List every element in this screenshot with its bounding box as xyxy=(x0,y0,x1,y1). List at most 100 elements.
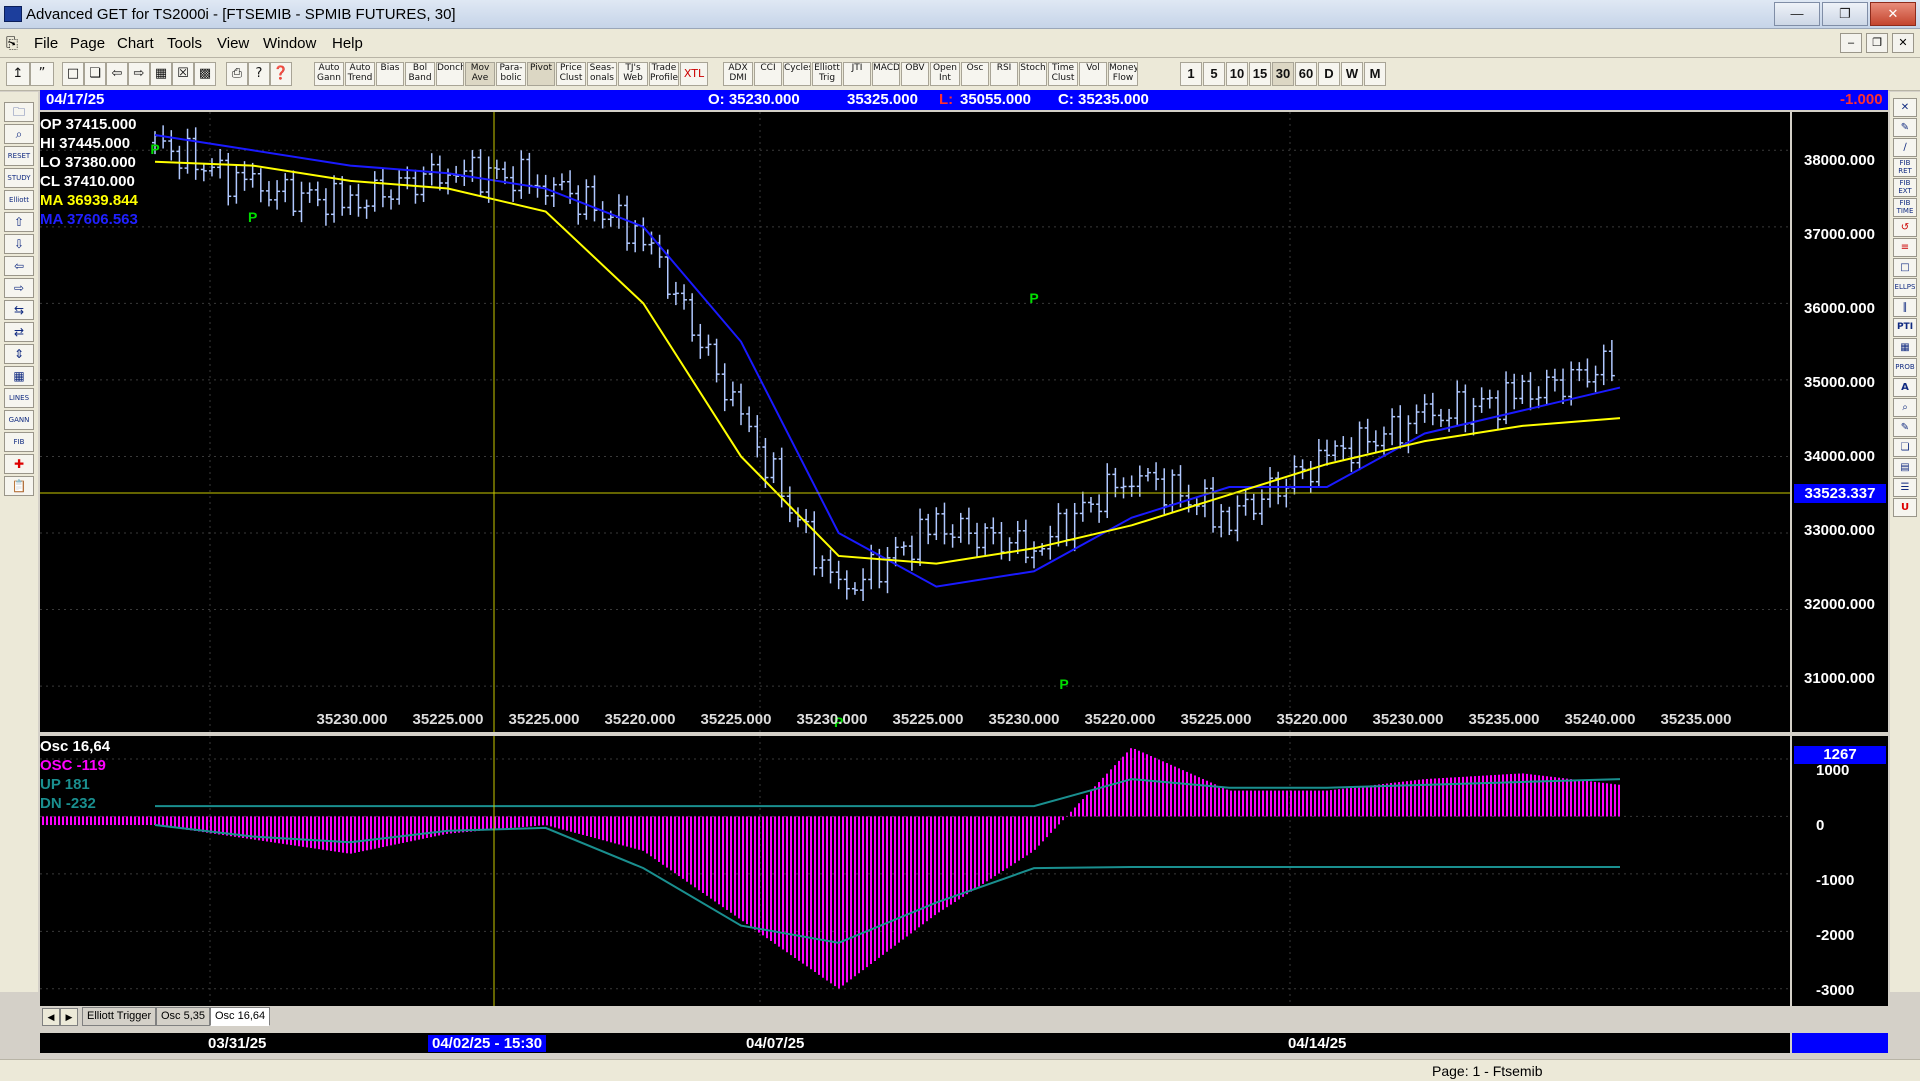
study-button[interactable]: STUDY xyxy=(4,168,34,188)
trendline-icon[interactable]: ∕ xyxy=(1893,138,1917,157)
document-icon[interactable]: ⎘ xyxy=(6,35,18,52)
tab-next-button[interactable]: ▶ xyxy=(60,1008,78,1026)
menu-help[interactable]: Help xyxy=(332,35,363,52)
prob-button[interactable]: PROB xyxy=(1893,358,1917,377)
timeframe-button-w[interactable]: W xyxy=(1341,62,1363,86)
timeframe-button-60[interactable]: 60 xyxy=(1295,62,1317,86)
timeframe-button-30[interactable]: 30 xyxy=(1272,62,1294,86)
forward-icon[interactable]: ⇨ xyxy=(128,62,150,86)
timeframe-button-d[interactable]: D xyxy=(1318,62,1340,86)
oscillator-scale[interactable]: 1267 1000 0 -1000 -2000 -3000 xyxy=(1792,736,1888,1006)
timeframe-button-15[interactable]: 15 xyxy=(1249,62,1271,86)
compress-icon[interactable]: ⇆ xyxy=(4,300,34,320)
zoom-icon[interactable]: ⌕ xyxy=(4,124,34,144)
pti-button[interactable]: PTI xyxy=(1893,318,1917,337)
study-button-cycles[interactable]: Cycles xyxy=(783,62,811,86)
quote-icon[interactable]: ” xyxy=(30,62,54,86)
timeframe-button-m[interactable]: M xyxy=(1364,62,1386,86)
study-button-donch[interactable]: Donch xyxy=(436,62,464,86)
study-button-jti[interactable]: JTI xyxy=(843,62,871,86)
folder-icon[interactable]: 🗀 xyxy=(4,102,34,122)
info-icon[interactable]: ? xyxy=(248,62,270,86)
timeframe-button-5[interactable]: 5 xyxy=(1203,62,1225,86)
cross-tool-icon[interactable]: ✕ xyxy=(1893,98,1917,117)
arrow-right-icon[interactable]: ⇨ xyxy=(4,278,34,298)
menu-file[interactable]: File xyxy=(34,35,58,52)
study-button-auto-gann[interactable]: Auto Gann xyxy=(314,62,344,86)
mdi-restore-button[interactable]: ❐ xyxy=(1866,33,1888,53)
undo-button[interactable]: U xyxy=(1893,498,1917,517)
maximize-button[interactable]: ❐ xyxy=(1822,2,1868,26)
menu-tools[interactable]: Tools xyxy=(167,35,202,52)
minimize-button[interactable]: — xyxy=(1774,2,1820,26)
study-button-elliott-trig[interactable]: Elliott Trig xyxy=(812,62,842,86)
print-icon[interactable]: ⎙ xyxy=(226,62,248,86)
price-chart-panel[interactable]: PPPPP 35230.000 35225.000 35225.000 35220.0… xyxy=(40,112,1790,732)
list-icon[interactable]: ☰ xyxy=(1893,478,1917,497)
grid-icon[interactable]: ▩ xyxy=(194,62,216,86)
pencil-icon[interactable]: ✎ xyxy=(1893,118,1917,137)
arrow-up-icon[interactable]: ⇧ xyxy=(4,212,34,232)
study-button-bias[interactable]: Bias xyxy=(376,62,404,86)
study-button-pivot[interactable]: Pivot xyxy=(527,62,555,86)
study-button-tj-s-web[interactable]: TJ's Web xyxy=(618,62,648,86)
table-icon[interactable]: ▦ xyxy=(4,366,34,386)
close-button[interactable]: ✕ xyxy=(1870,2,1916,26)
text-tool-button[interactable]: A xyxy=(1893,378,1917,397)
study-button-trade-profile[interactable]: Trade Profile xyxy=(649,62,679,86)
window-icon[interactable]: ▦ xyxy=(150,62,172,86)
oscillator-panel[interactable]: Osc 16,64 OSC -119 UP 181 DN -232 xyxy=(40,736,1790,1006)
study-button-stoch[interactable]: Stoch xyxy=(1019,62,1047,86)
scale-icon[interactable]: ⇕ xyxy=(4,344,34,364)
clipboard-icon[interactable]: 📋 xyxy=(4,476,34,496)
study-button-auto-trend[interactable]: Auto Trend xyxy=(345,62,375,86)
study-button-mov-ave[interactable]: Mov Ave xyxy=(465,62,495,86)
menu-page[interactable]: Page xyxy=(70,35,105,52)
fib-time-button[interactable]: FIB TIME xyxy=(1893,198,1917,217)
mdi-minimize-button[interactable]: – xyxy=(1840,33,1862,53)
expand-icon[interactable]: ⇄ xyxy=(4,322,34,342)
timeframe-button-10[interactable]: 10 xyxy=(1226,62,1248,86)
arrow-down-icon[interactable]: ⇩ xyxy=(4,234,34,254)
oscillator-chart[interactable] xyxy=(40,736,1790,1006)
fib-button[interactable]: FIB xyxy=(4,432,34,452)
copy-tool-icon[interactable]: ❏ xyxy=(1893,438,1917,457)
study-button-vol[interactable]: Vol xyxy=(1079,62,1107,86)
channel-icon[interactable]: ∥ xyxy=(1893,298,1917,317)
study-button-rsi[interactable]: RSI xyxy=(990,62,1018,86)
study-button-open-int[interactable]: Open Int xyxy=(930,62,960,86)
elliott-button[interactable]: Elliott xyxy=(4,190,34,210)
back-icon[interactable]: ⇦ xyxy=(106,62,128,86)
layers-icon[interactable]: ▤ xyxy=(1893,458,1917,477)
price-chart[interactable]: PPPPP 35230.000 35225.000 35225.000 35220.0… xyxy=(40,112,1790,732)
box-icon[interactable]: □ xyxy=(1893,258,1917,277)
study-button-cci[interactable]: CCI xyxy=(754,62,782,86)
fib-ret-button[interactable]: FIB RET xyxy=(1893,158,1917,177)
menu-view[interactable]: View xyxy=(217,35,249,52)
marker-icon[interactable]: ✎ xyxy=(1893,418,1917,437)
tab-osc-16-64[interactable]: Osc 16,64 xyxy=(210,1007,271,1026)
pointer-icon[interactable]: ↥ xyxy=(6,62,30,86)
grid-tool-icon[interactable]: ▦ xyxy=(1893,338,1917,357)
price-scale[interactable]: 38000.000 37000.000 36000.000 35000.000 … xyxy=(1792,112,1888,732)
tab-osc-5-35[interactable]: Osc 5,35 xyxy=(156,1007,211,1026)
delete-icon[interactable]: ☒ xyxy=(172,62,194,86)
arrow-left-icon[interactable]: ⇦ xyxy=(4,256,34,276)
study-button-seas-onals[interactable]: Seas- onals xyxy=(587,62,617,86)
tab-elliott-trigger[interactable]: Elliott Trigger xyxy=(82,1007,157,1026)
study-button-bol-band[interactable]: Bol Band xyxy=(405,62,435,86)
study-button-money-flow[interactable]: Money Flow xyxy=(1108,62,1138,86)
crosshair-icon[interactable]: ✚ xyxy=(4,454,34,474)
gann-button[interactable]: GANN xyxy=(4,410,34,430)
fan-icon[interactable]: ≡ xyxy=(1893,238,1917,257)
study-button-obv[interactable]: OBV xyxy=(901,62,929,86)
fib-ext-button[interactable]: FIB EXT xyxy=(1893,178,1917,197)
reset-button[interactable]: RESET xyxy=(4,146,34,166)
spiral-icon[interactable]: ↺ xyxy=(1893,218,1917,237)
menu-chart[interactable]: Chart xyxy=(117,35,154,52)
study-button-adx-dmi[interactable]: ADX DMI xyxy=(723,62,753,86)
study-button-macd[interactable]: MACD xyxy=(872,62,900,86)
study-button-osc[interactable]: Osc xyxy=(961,62,989,86)
tab-prev-button[interactable]: ◀ xyxy=(42,1008,60,1026)
study-button-para-bolic[interactable]: Para- bolic xyxy=(496,62,526,86)
